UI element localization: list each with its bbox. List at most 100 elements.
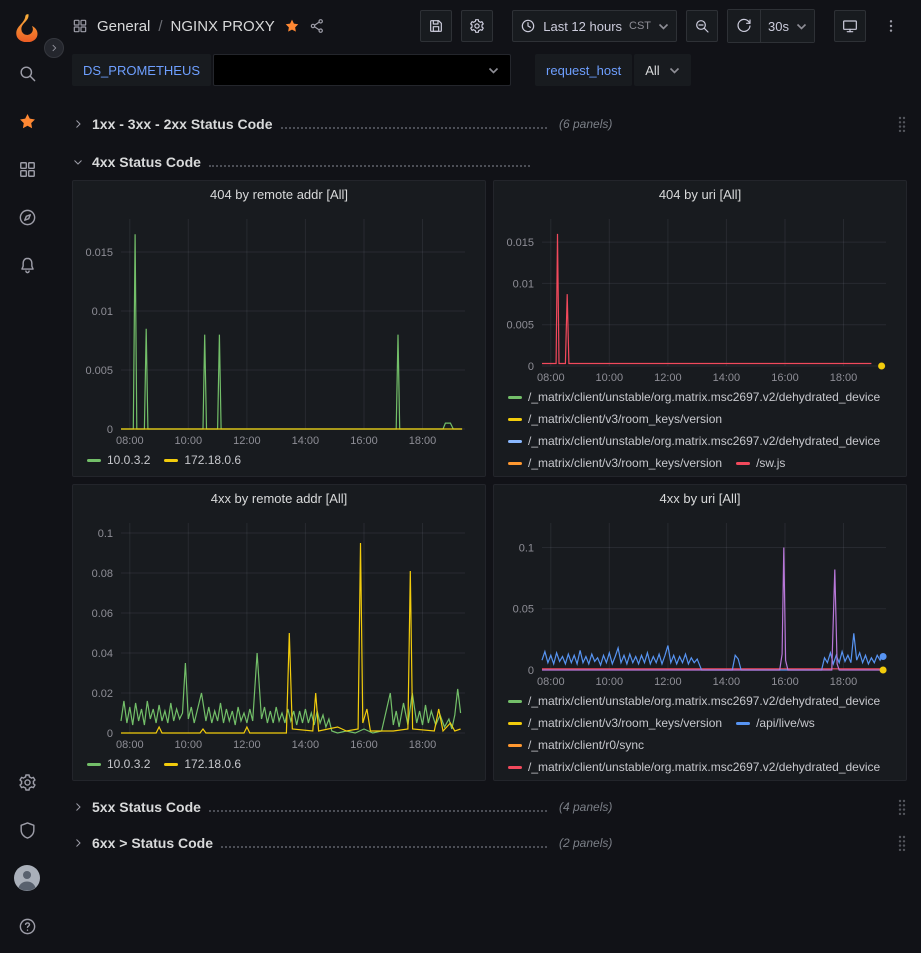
panel-404-by-uri: 404 by uri [All] 00.0050.010.01508:0010:… — [493, 180, 907, 477]
sidebar-item-profile[interactable] — [10, 861, 44, 895]
variable-label-ds-prometheus[interactable]: DS_PROMETHEUS — [72, 54, 211, 86]
row-title: 1xx - 3xx - 2xx Status Code — [92, 116, 273, 132]
favorite-star-icon[interactable] — [284, 18, 300, 34]
dashboard-settings-button[interactable] — [461, 10, 493, 42]
row-drag-handle[interactable] — [897, 798, 907, 816]
legend-swatch — [736, 722, 750, 725]
legend-swatch — [508, 418, 522, 421]
panel-grid: 404 by remote addr [All] 00.0050.010.015… — [72, 180, 907, 781]
variable-label-request-host[interactable]: request_host — [535, 54, 632, 86]
row-leader-dots — [209, 810, 547, 812]
row-4xx[interactable]: 4xx Status Code — [72, 148, 907, 176]
sidebar-item-alerting[interactable] — [10, 248, 44, 282]
svg-text:0.08: 0.08 — [92, 568, 113, 580]
legend-item[interactable]: 172.18.0.6 — [164, 451, 241, 470]
sidebar-item-search[interactable] — [10, 56, 44, 90]
time-series-chart[interactable]: 00.020.040.060.080.108:0010:0012:0014:00… — [81, 513, 477, 753]
dashboard-content: 1xx - 3xx - 2xx Status Code (6 panels) 4… — [54, 96, 921, 953]
legend-item[interactable]: /sw.js — [736, 454, 785, 472]
sidebar-bottom-group — [10, 765, 44, 943]
breadcrumb-dashboard-title[interactable]: NGINX PROXY — [171, 18, 275, 35]
sidebar-expand-button[interactable] — [44, 38, 64, 58]
compass-icon — [18, 208, 37, 227]
legend-swatch — [736, 462, 750, 465]
breadcrumb-section[interactable]: General — [97, 18, 150, 35]
legend-swatch — [508, 744, 522, 747]
legend-label: 10.0.3.2 — [107, 451, 150, 470]
svg-text:10:00: 10:00 — [175, 739, 203, 751]
legend-label: 172.18.0.6 — [184, 755, 241, 774]
legend-item[interactable]: /api/live/ws — [736, 714, 815, 733]
svg-text:0.01: 0.01 — [513, 278, 534, 290]
legend-item[interactable]: 10.0.3.2 — [87, 451, 150, 470]
row-6xx[interactable]: 6xx > Status Code (2 panels) — [72, 829, 907, 857]
sidebar-item-dashboards[interactable] — [10, 152, 44, 186]
legend-item[interactable]: /_matrix/client/v3/room_keys/version — [508, 410, 722, 429]
svg-text:08:00: 08:00 — [116, 435, 144, 447]
svg-text:0: 0 — [528, 361, 534, 373]
time-series-chart[interactable]: 00.0050.010.01508:0010:0012:0014:0016:00… — [81, 209, 477, 449]
save-dashboard-button[interactable] — [420, 10, 452, 42]
legend-item[interactable]: /_matrix/client/unstable/org.matrix.msc2… — [508, 432, 880, 451]
variable-value-ds-prometheus[interactable] — [213, 54, 511, 86]
panel-title[interactable]: 404 by remote addr [All] — [81, 181, 477, 209]
row-title-group: 5xx Status Code — [72, 799, 555, 815]
svg-text:0.06: 0.06 — [92, 608, 113, 620]
svg-text:16:00: 16:00 — [771, 372, 799, 384]
panel-title[interactable]: 4xx by remote addr [All] — [81, 485, 477, 513]
time-series-chart[interactable]: 00.0050.010.01508:0010:0012:0014:0016:00… — [502, 209, 898, 386]
row-title-group: 1xx - 3xx - 2xx Status Code — [72, 116, 555, 132]
row-1xx-3xx-2xx[interactable]: 1xx - 3xx - 2xx Status Code (6 panels) — [72, 110, 907, 138]
legend-swatch — [164, 763, 178, 766]
variable-value-request-host[interactable]: All — [634, 54, 690, 86]
row-panel-count: (6 panels) — [559, 117, 612, 131]
refresh-interval-dropdown[interactable]: 30s — [760, 10, 814, 42]
more-options-button[interactable] — [875, 10, 907, 42]
legend-item[interactable]: 172.18.0.6 — [164, 755, 241, 774]
row-5xx[interactable]: 5xx Status Code (4 panels) — [72, 793, 907, 821]
avatar — [14, 865, 40, 891]
legend-item[interactable]: /_matrix/client/unstable/org.matrix.msc2… — [508, 758, 880, 776]
sidebar-item-configuration[interactable] — [10, 765, 44, 799]
refresh-button[interactable] — [728, 10, 760, 42]
svg-text:14:00: 14:00 — [292, 739, 320, 751]
legend-item[interactable]: /_matrix/client/v3/room_keys/version — [508, 714, 722, 733]
svg-text:18:00: 18:00 — [830, 676, 858, 688]
row-drag-handle[interactable] — [897, 834, 907, 852]
row-title: 6xx > Status Code — [92, 835, 213, 851]
sidebar-item-explore[interactable] — [10, 200, 44, 234]
chevron-down-icon — [658, 23, 669, 30]
sidebar-item-help[interactable] — [10, 909, 44, 943]
legend-item[interactable]: /_matrix/client/unstable/org.matrix.msc2… — [508, 388, 880, 407]
row-leader-dots — [221, 846, 547, 848]
svg-text:08:00: 08:00 — [537, 372, 565, 384]
help-icon — [18, 917, 37, 936]
time-range-picker[interactable]: Last 12 hours CST — [512, 10, 677, 42]
zoom-out-time-button[interactable] — [686, 10, 718, 42]
svg-text:0.005: 0.005 — [506, 320, 534, 332]
legend-item[interactable]: /_matrix/client/unstable/org.matrix.msc2… — [508, 692, 880, 711]
share-icon[interactable] — [309, 18, 325, 34]
variables-bar: DS_PROMETHEUS request_host All — [54, 52, 921, 96]
clock-icon — [520, 18, 536, 34]
legend-label: /_matrix/client/unstable/org.matrix.msc2… — [528, 432, 880, 451]
gear-icon — [18, 773, 37, 792]
grafana-logo[interactable] — [12, 12, 42, 42]
legend-swatch — [87, 459, 101, 462]
svg-text:16:00: 16:00 — [350, 739, 378, 751]
legend-item[interactable]: /_matrix/client/v3/room_keys/version — [508, 454, 722, 472]
tv-mode-button[interactable] — [834, 10, 866, 42]
sidebar-item-starred[interactable] — [10, 104, 44, 138]
drag-dots-icon — [897, 834, 907, 852]
legend-item[interactable]: /_matrix/client/r0/sync — [508, 736, 644, 755]
legend-swatch — [164, 459, 178, 462]
chart-svg: 00.050.108:0010:0012:0014:0016:0018:00 — [502, 513, 898, 690]
gear-icon — [469, 18, 485, 34]
time-series-chart[interactable]: 00.050.108:0010:0012:0014:0016:0018:00 — [502, 513, 898, 690]
sidebar-item-server-admin[interactable] — [10, 813, 44, 847]
panel-title[interactable]: 4xx by uri [All] — [502, 485, 898, 513]
panel-title[interactable]: 404 by uri [All] — [502, 181, 898, 209]
svg-text:0.015: 0.015 — [506, 237, 534, 249]
row-drag-handle[interactable] — [897, 115, 907, 133]
legend-item[interactable]: 10.0.3.2 — [87, 755, 150, 774]
